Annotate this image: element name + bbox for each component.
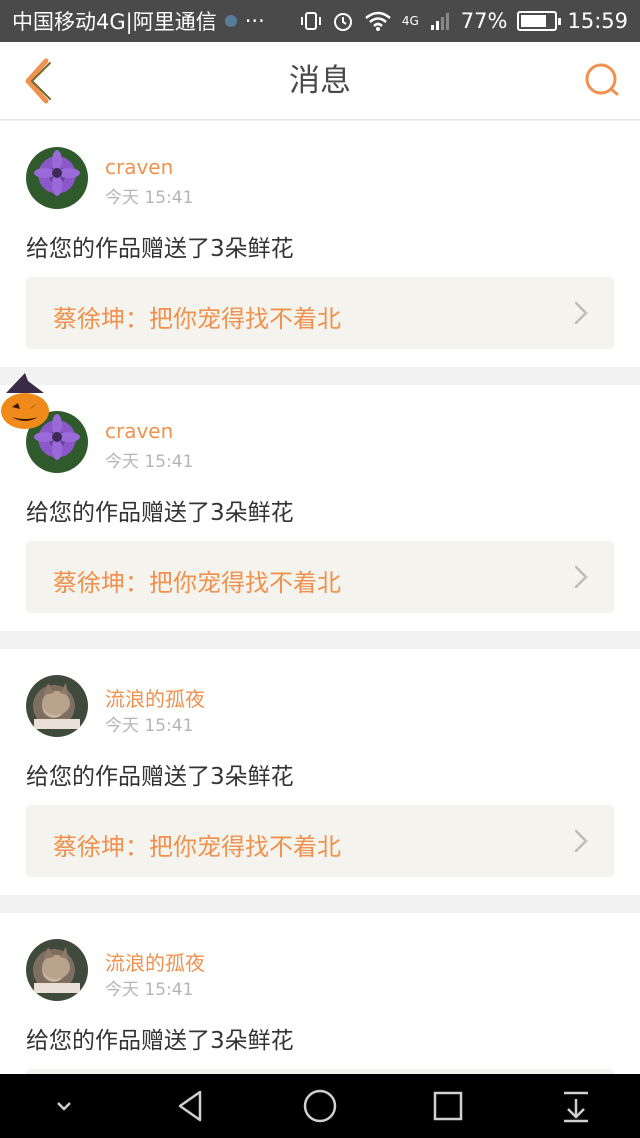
home-circle-icon bbox=[303, 1089, 337, 1123]
back-triangle-icon bbox=[178, 1090, 202, 1122]
collapse-icon bbox=[57, 1102, 71, 1111]
quoted-work-title: 蔡徐坤：把你宠得找不着北 bbox=[53, 833, 341, 861]
username[interactable]: 流浪的孤夜 bbox=[105, 683, 205, 712]
message-text: 给您的作品赠送了3朵鲜花 bbox=[26, 236, 294, 262]
clock: 15:59 bbox=[567, 9, 628, 33]
signal-icon bbox=[430, 13, 449, 30]
wifi-icon bbox=[365, 11, 391, 31]
status-bar: 中国移动4G|阿里通信 ··· 4G 77% 15:59 bbox=[0, 0, 640, 42]
chevron-right-icon bbox=[574, 565, 588, 589]
battery-icon bbox=[517, 11, 562, 31]
carrier-label: 中国移动4G|阿里通信 bbox=[12, 10, 217, 34]
message-card[interactable]: craven 今天 15:41 给您的作品赠送了3朵鲜花 蔡徐坤：把你宠得找不着… bbox=[0, 121, 640, 367]
chevron-right-icon bbox=[574, 829, 588, 853]
message-feed[interactable]: craven 今天 15:41 给您的作品赠送了3朵鲜花 蔡徐坤：把你宠得找不着… bbox=[0, 121, 640, 1074]
more-notifications: ··· bbox=[244, 9, 265, 33]
alarm-icon bbox=[333, 13, 352, 31]
user-avatar[interactable] bbox=[26, 147, 88, 209]
chevron-right-icon bbox=[574, 301, 588, 325]
network-type: 4G bbox=[401, 14, 419, 28]
timestamp: 今天 15:41 bbox=[105, 980, 194, 1000]
timestamp: 今天 15:41 bbox=[105, 716, 194, 736]
status-left: 中国移动4G|阿里通信 ··· bbox=[12, 6, 300, 36]
timestamp: 今天 15:41 bbox=[105, 452, 194, 472]
flower-avatar-image bbox=[34, 150, 80, 196]
top-nav-bar: 消息 bbox=[0, 42, 640, 120]
recents-button[interactable] bbox=[418, 1076, 478, 1136]
username[interactable]: 流浪的孤夜 bbox=[105, 947, 205, 976]
cat-avatar-image bbox=[34, 683, 80, 729]
home-button[interactable] bbox=[290, 1076, 350, 1136]
quoted-work[interactable]: 蔡徐坤：把你宠得找不着北 bbox=[26, 541, 614, 613]
page-title: 消息 bbox=[289, 63, 351, 99]
pumpkin-hat-icon bbox=[1, 373, 49, 429]
pull-down-icon bbox=[564, 1091, 588, 1123]
quoted-work[interactable]: 蔡徐坤：把你宠得找不着北 bbox=[26, 805, 614, 877]
search-button[interactable] bbox=[576, 54, 630, 108]
username[interactable]: craven bbox=[105, 419, 173, 443]
system-nav-bar bbox=[0, 1074, 640, 1138]
message-card[interactable]: 流浪的孤夜 今天 15:41 给您的作品赠送了3朵鲜花 bbox=[0, 913, 640, 1074]
message-card[interactable]: 流浪的孤夜 今天 15:41 给您的作品赠送了3朵鲜花 蔡徐坤：把你宠得找不着北 bbox=[0, 649, 640, 895]
collapse-button[interactable] bbox=[34, 1076, 94, 1136]
back-button[interactable] bbox=[10, 54, 64, 108]
vibrate-icon bbox=[300, 12, 321, 30]
message-text: 给您的作品赠送了3朵鲜花 bbox=[26, 764, 294, 790]
battery-percent: 77% bbox=[460, 9, 508, 33]
notification-icon bbox=[224, 15, 237, 27]
status-right: 4G 77% 15:59 bbox=[300, 9, 628, 33]
message-card[interactable]: craven 今天 15:41 给您的作品赠送了3朵鲜花 蔡徐坤：把你宠得找不着… bbox=[0, 373, 640, 631]
back-icon bbox=[25, 58, 51, 104]
quoted-work-title: 蔡徐坤：把你宠得找不着北 bbox=[53, 569, 341, 597]
quoted-work[interactable]: 蔡徐坤：把你宠得找不着北 bbox=[26, 277, 614, 349]
pull-down-button[interactable] bbox=[546, 1076, 606, 1136]
search-icon bbox=[585, 63, 619, 96]
quoted-work-title: 蔡徐坤：把你宠得找不着北 bbox=[53, 305, 341, 333]
recents-square-icon bbox=[433, 1091, 463, 1121]
timestamp: 今天 15:41 bbox=[105, 188, 194, 208]
back-system-button[interactable] bbox=[162, 1076, 222, 1136]
cat-avatar-image bbox=[34, 947, 80, 993]
message-text: 给您的作品赠送了3朵鲜花 bbox=[26, 500, 294, 526]
message-text: 给您的作品赠送了3朵鲜花 bbox=[26, 1028, 294, 1054]
username[interactable]: craven bbox=[105, 155, 173, 179]
user-avatar[interactable] bbox=[26, 675, 88, 737]
user-avatar[interactable] bbox=[26, 939, 88, 1001]
